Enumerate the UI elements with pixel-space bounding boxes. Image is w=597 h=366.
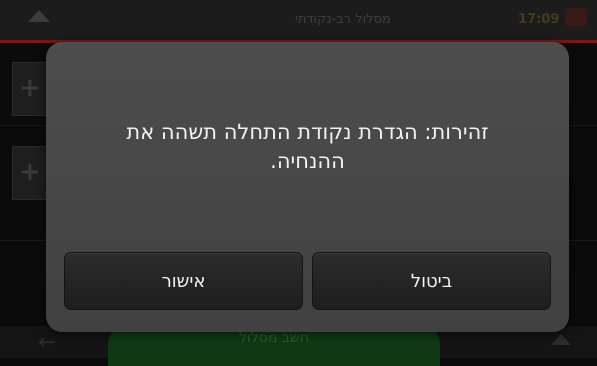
back-arrow-icon[interactable]: ← <box>38 330 56 355</box>
plus-icon: + <box>19 157 41 187</box>
confirm-button[interactable]: אישור <box>64 252 303 310</box>
warning-dialog: זהירות: הגדרת נקודת התחלה תשהה את ההנחיה… <box>46 42 569 332</box>
add-waypoint-button[interactable]: + <box>12 146 50 200</box>
top-bar: מסלול רב-נקודתי 17:09 <box>0 0 597 43</box>
clock: 17:09 <box>518 12 560 27</box>
dialog-message-line: זהירות: הגדרת נקודת התחלה תשהה את <box>126 120 489 144</box>
up-arrow-icon[interactable] <box>28 10 50 22</box>
dialog-message-line: ההנחיה. <box>270 149 345 173</box>
dialog-message: זהירות: הגדרת נקודת התחלה תשהה את ההנחיה… <box>76 118 539 176</box>
cancel-button[interactable]: ביטול <box>312 252 551 310</box>
add-waypoint-button[interactable]: + <box>12 62 50 116</box>
calculate-route-label: חשב מסלול <box>239 330 309 346</box>
up-arrow-icon[interactable] <box>551 334 571 345</box>
plus-icon: + <box>19 73 41 103</box>
status-indicator <box>565 8 587 26</box>
route-title: מסלול רב-נקודתי <box>295 12 391 27</box>
calculate-route-button[interactable]: חשב מסלול <box>108 326 440 366</box>
